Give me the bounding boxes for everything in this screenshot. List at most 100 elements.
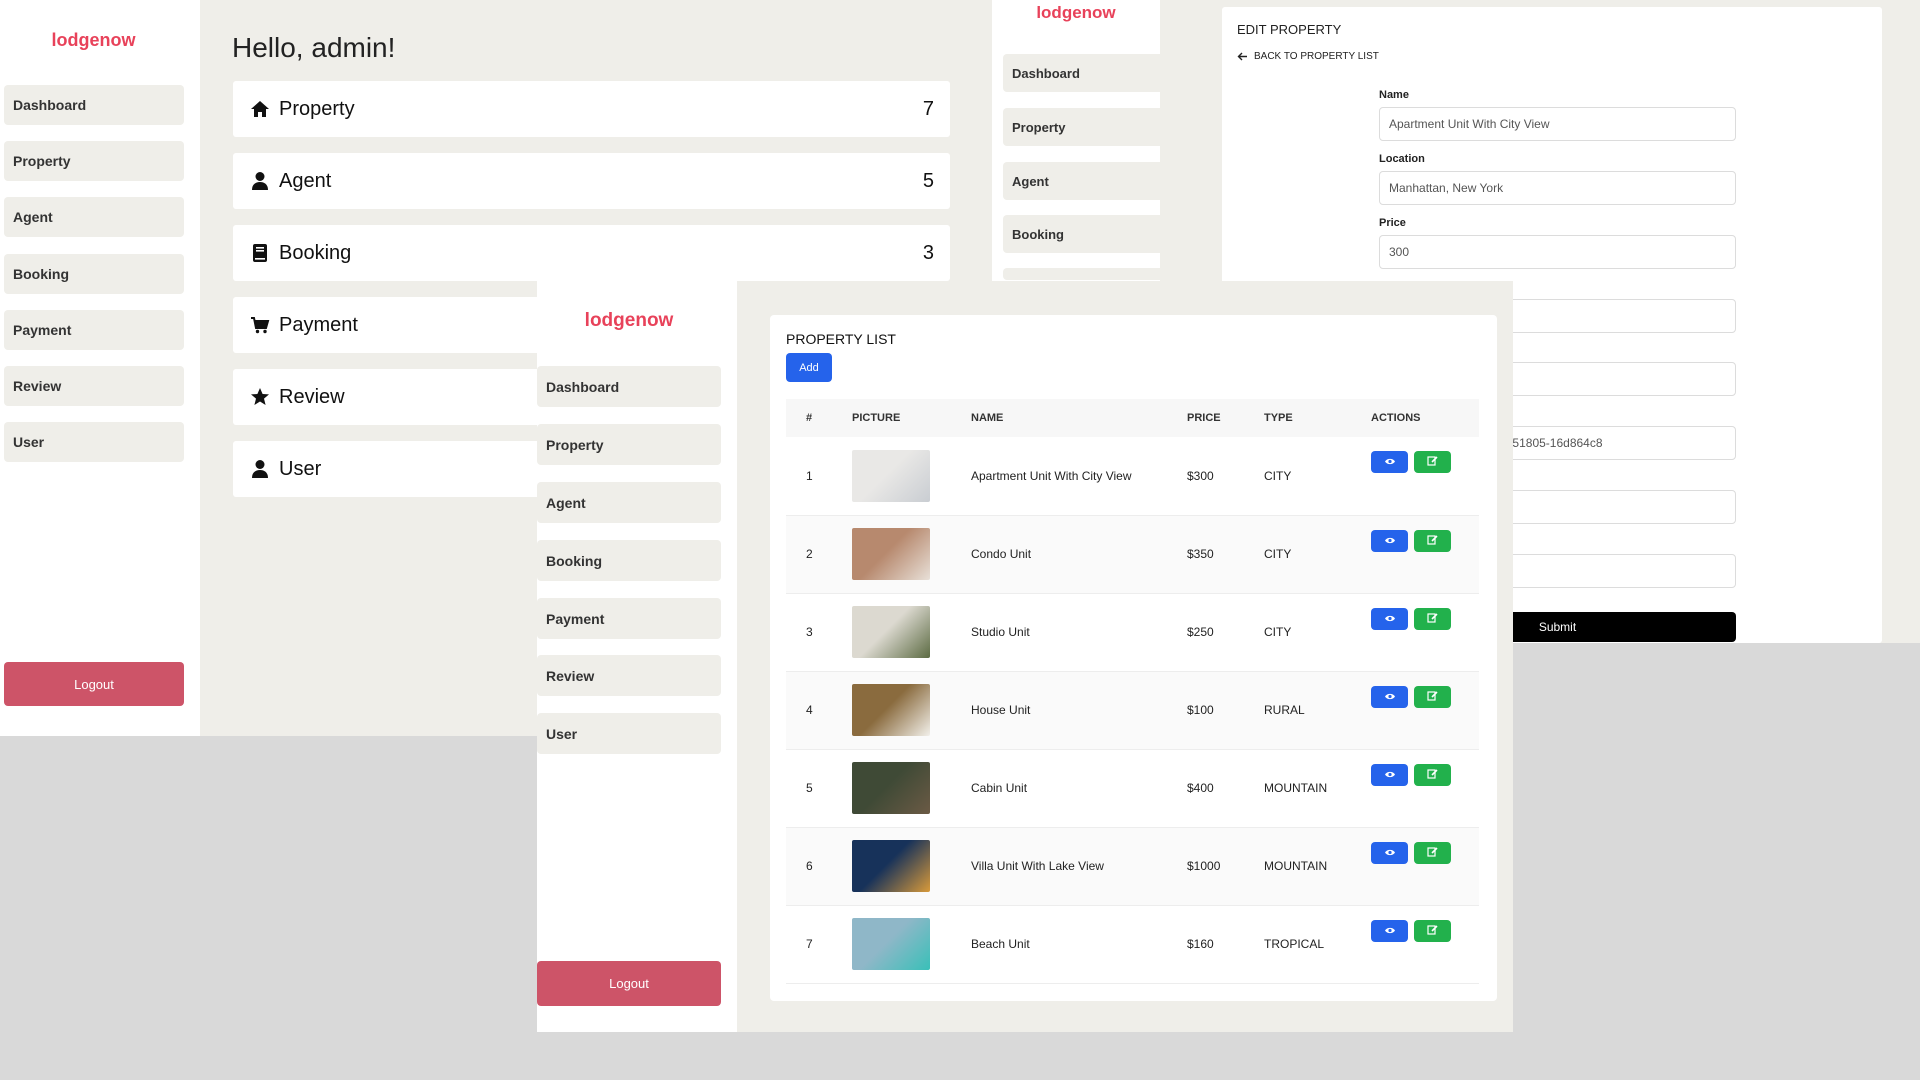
property-name: Condo Unit [971, 515, 1187, 594]
property-type: CITY [1264, 515, 1371, 594]
stat-card-count: 3 [922, 241, 934, 264]
edit-icon [1427, 690, 1438, 704]
edit-button[interactable] [1414, 607, 1451, 630]
sidebar-item-property[interactable]: Property [4, 141, 184, 181]
sidebar-item-booking[interactable]: Booking [4, 254, 184, 294]
table-row: 3 Studio Unit $250 CITY [786, 593, 1479, 672]
stat-card-agent[interactable]: Agent 5 [233, 153, 950, 209]
edit-icon [1427, 768, 1438, 782]
edit-button[interactable] [1414, 919, 1451, 942]
stat-card-label: Review [279, 385, 345, 408]
row-number: 2 [786, 515, 852, 594]
row-number: 4 [786, 671, 852, 750]
column-header: NAME [971, 399, 1187, 437]
edit-icon [1427, 846, 1438, 860]
sidebar-item-booking[interactable]: Booking [1003, 215, 1167, 253]
user-icon [249, 458, 271, 480]
property-price: $1000 [1187, 827, 1264, 906]
sidebar-item-payment[interactable]: Payment [537, 598, 721, 639]
eye-icon [1384, 924, 1396, 938]
edit-button[interactable] [1414, 841, 1451, 864]
home-icon [249, 98, 271, 120]
property-price: $400 [1187, 749, 1264, 828]
view-button[interactable] [1371, 607, 1408, 630]
greeting-heading: Hello, admin! [232, 32, 396, 63]
table-row: 6 Villa Unit With Lake View $1000 MOUNTAIN [786, 827, 1479, 906]
location-input[interactable]: Manhattan, New York [1379, 171, 1736, 205]
stat-card-label: User [279, 457, 322, 480]
sidebar-item-agent[interactable]: Agent [1003, 162, 1167, 200]
sidebar-item-dashboard[interactable]: Dashboard [4, 85, 184, 125]
table-row: 1 Apartment Unit With City View $300 CITY [786, 437, 1479, 516]
back-link[interactable]: BACK TO PROPERTY LIST [1237, 51, 1379, 62]
view-button[interactable] [1371, 685, 1408, 708]
price-input[interactable]: 300 [1379, 235, 1736, 269]
list-sidebar: lodgenow Dashboard Property Agent Bookin… [537, 281, 737, 1032]
property-name: Cabin Unit [971, 749, 1187, 828]
view-button[interactable] [1371, 451, 1408, 473]
eye-icon [1384, 455, 1396, 469]
edit-button[interactable] [1414, 763, 1451, 786]
sidebar-item-booking[interactable]: Booking [537, 540, 721, 581]
property-photo [852, 606, 930, 658]
view-button[interactable] [1371, 919, 1408, 942]
table-row: 2 Condo Unit $350 CITY [786, 515, 1479, 594]
property-type: RURAL [1264, 671, 1371, 750]
sidebar-item-dashboard[interactable]: Dashboard [1003, 54, 1167, 92]
property-name: Beach Unit [971, 905, 1187, 984]
column-header: PRICE [1187, 399, 1264, 437]
edit-icon [1427, 612, 1438, 626]
logout-button[interactable]: Logout [4, 662, 184, 706]
property-list-screen: lodgenow Dashboard Property Agent Bookin… [537, 281, 1513, 1032]
property-photo [852, 918, 930, 970]
add-property-button[interactable]: Add [786, 353, 832, 382]
sidebar-item-agent[interactable]: Agent [4, 197, 184, 237]
view-button[interactable] [1371, 763, 1408, 786]
stat-card-booking[interactable]: Booking 3 [233, 225, 950, 281]
app-logo: lodgenow [51, 30, 136, 50]
sidebar-item-review[interactable]: Review [4, 366, 184, 406]
star-icon [249, 386, 271, 408]
stat-card-property[interactable]: Property 7 [233, 81, 950, 137]
sidebar-item-payment[interactable]: Payment [4, 310, 184, 350]
sidebar-item-dashboard[interactable]: Dashboard [537, 366, 721, 407]
edit-button[interactable] [1414, 685, 1451, 708]
name-label: Name [1379, 89, 1409, 101]
row-number: 7 [786, 905, 852, 984]
list-title: PROPERTY LIST [786, 331, 896, 347]
property-name: House Unit [971, 671, 1187, 750]
edit-button[interactable] [1414, 529, 1451, 552]
property-type: MOUNTAIN [1264, 749, 1371, 828]
edit-button[interactable] [1414, 451, 1451, 473]
eye-icon [1384, 534, 1396, 548]
edit-icon [1427, 534, 1438, 548]
eye-icon [1384, 768, 1396, 782]
stat-card-count: 7 [922, 97, 934, 120]
eye-icon [1384, 612, 1396, 626]
sidebar-item-user[interactable]: User [537, 713, 721, 754]
property-price: $300 [1187, 437, 1264, 516]
property-type: CITY [1264, 593, 1371, 672]
book-icon [249, 242, 271, 264]
property-photo [852, 684, 930, 736]
sidebar-item-agent[interactable]: Agent [537, 482, 721, 523]
row-number: 5 [786, 749, 852, 828]
app-logo: lodgenow [584, 310, 674, 331]
location-label: Location [1379, 153, 1425, 165]
property-name: Villa Unit With Lake View [971, 827, 1187, 906]
property-table: # PICTURE NAME PRICE TYPE ACTIONS 1 Apart… [786, 399, 1479, 984]
column-header: TYPE [1264, 399, 1371, 437]
sidebar-item-property[interactable]: Property [537, 424, 721, 465]
name-input[interactable]: Apartment Unit With City View [1379, 107, 1736, 141]
sidebar-item-property[interactable]: Property [1003, 108, 1167, 146]
sidebar-item-review[interactable]: Review [537, 655, 721, 696]
row-number: 3 [786, 593, 852, 672]
view-button[interactable] [1371, 841, 1408, 864]
sidebar-item-partial[interactable] [1003, 268, 1167, 280]
view-button[interactable] [1371, 529, 1408, 552]
property-price: $160 [1187, 905, 1264, 984]
sidebar-item-user[interactable]: User [4, 422, 184, 462]
logout-button[interactable]: Logout [537, 961, 721, 1006]
stat-card-label: Payment [279, 313, 358, 336]
property-type: MOUNTAIN [1264, 827, 1371, 906]
